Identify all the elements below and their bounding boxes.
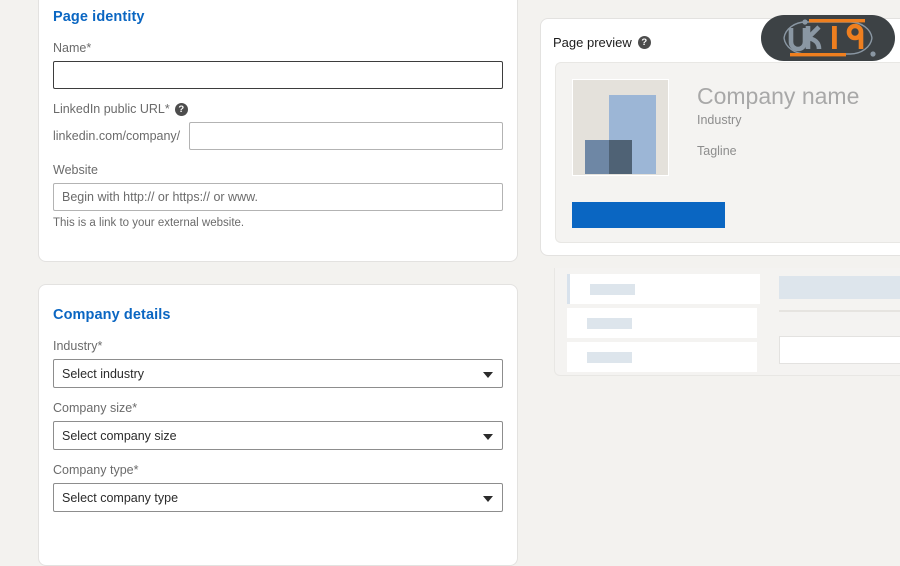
company-type-select-value: Select company type — [53, 483, 503, 512]
preview-follow-button[interactable] — [572, 202, 725, 228]
website-label: Website — [53, 163, 503, 178]
form-column: Page identity Name* LinkedIn public URL*… — [38, 0, 518, 566]
skeleton-box — [779, 336, 900, 364]
help-circle-icon[interactable]: ? — [638, 36, 651, 49]
website-helper-text: This is a link to your external website. — [53, 216, 503, 230]
preview-top-row: Company name Industry Tagline — [572, 79, 900, 176]
skeleton-pill — [590, 284, 635, 295]
chevron-down-icon — [483, 434, 493, 440]
page-preview-title: Page preview — [553, 35, 632, 50]
list-item — [567, 274, 760, 304]
skeleton-divider — [779, 310, 900, 312]
field-website: Website This is a link to your external … — [53, 163, 503, 230]
company-size-select-value: Select company size — [53, 421, 503, 450]
public-url-label: LinkedIn public URL* — [53, 102, 170, 117]
preview-column: Page preview ? Company name Industry Tag… — [540, 18, 900, 376]
preview-skeleton-area — [554, 268, 900, 376]
logo-shape-overlap — [609, 140, 632, 174]
company-type-label: Company type* — [53, 463, 503, 478]
field-public-url: LinkedIn public URL* ? linkedin.com/comp… — [53, 102, 503, 150]
chevron-down-icon — [483, 496, 493, 502]
preview-company-card: Company name Industry Tagline — [555, 62, 900, 243]
industry-select-value: Select industry — [53, 359, 503, 388]
preview-text-block: Company name Industry Tagline — [669, 79, 859, 158]
skeleton-pill — [587, 352, 632, 363]
help-circle-icon[interactable]: ? — [175, 103, 188, 116]
list-item — [567, 342, 757, 372]
field-company-size: Company size* Select company size — [53, 401, 503, 450]
page-identity-title: Page identity — [53, 9, 503, 25]
page-identity-card: Page identity Name* LinkedIn public URL*… — [38, 0, 518, 262]
preview-tagline: Tagline — [697, 144, 859, 158]
company-details-card: Company details Industry* Select industr… — [38, 284, 518, 566]
name-label: Name* — [53, 41, 503, 56]
skeleton-banner — [779, 276, 900, 299]
website-input[interactable] — [53, 183, 503, 211]
public-url-input[interactable] — [189, 122, 503, 150]
chevron-down-icon — [483, 372, 493, 378]
industry-select[interactable]: Select industry — [53, 359, 503, 388]
field-company-type: Company type* Select company type — [53, 463, 503, 512]
company-size-label: Company size* — [53, 401, 503, 416]
preview-company-name: Company name — [697, 82, 859, 110]
company-type-select[interactable]: Select company type — [53, 483, 503, 512]
industry-label: Industry* — [53, 339, 503, 354]
site-logo-watermark — [760, 14, 896, 62]
page-root: Page identity Name* LinkedIn public URL*… — [0, 0, 900, 500]
image-placeholder-icon — [572, 79, 669, 176]
company-details-title: Company details — [53, 307, 503, 323]
field-name: Name* — [53, 41, 503, 89]
public-url-label-row: LinkedIn public URL* ? — [53, 102, 503, 117]
preview-industry: Industry — [697, 113, 859, 127]
skeleton-pill — [587, 318, 632, 329]
field-industry: Industry* Select industry — [53, 339, 503, 388]
public-url-prefix: linkedin.com/company/ — [53, 129, 189, 143]
company-size-select[interactable]: Select company size — [53, 421, 503, 450]
public-url-row: linkedin.com/company/ — [53, 122, 503, 150]
list-item — [567, 308, 757, 338]
name-input[interactable] — [53, 61, 503, 89]
